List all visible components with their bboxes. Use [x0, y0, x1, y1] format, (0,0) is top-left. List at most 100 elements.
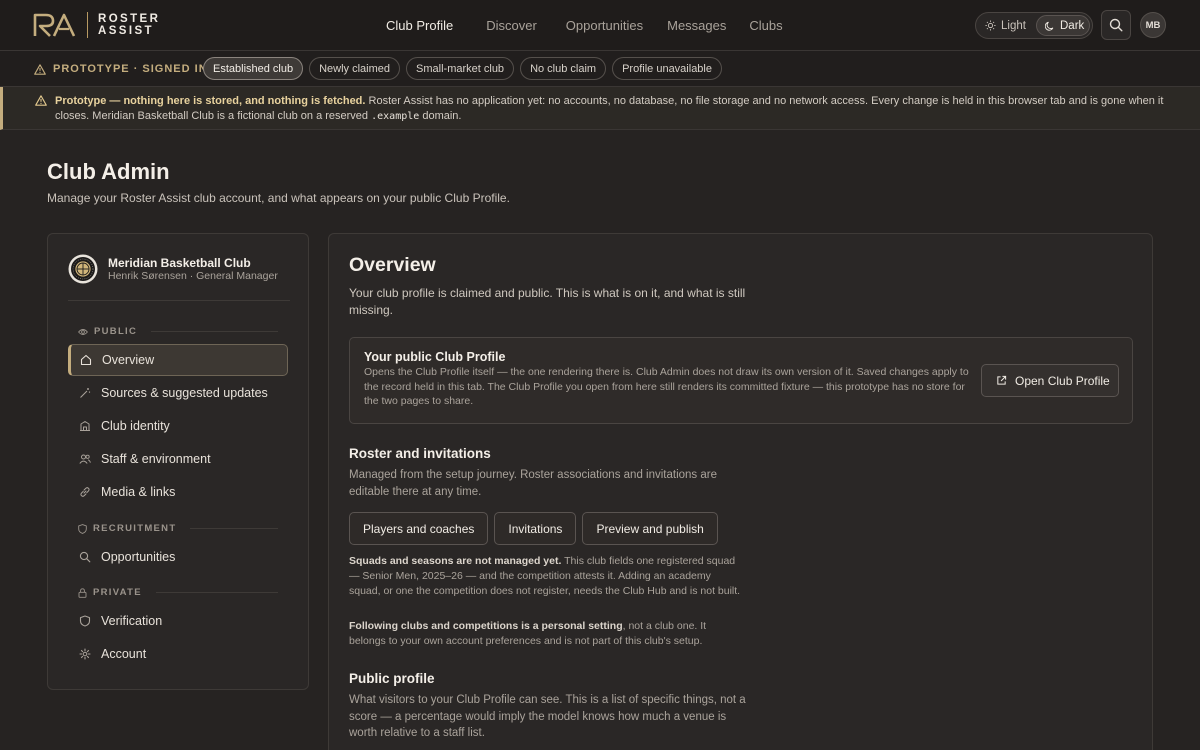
theme-toggle: Light Dark — [975, 12, 1093, 39]
section-recruitment-label: RECRUITMENT — [93, 523, 177, 534]
squads-note-bold: Squads and seasons are not managed yet. — [349, 555, 562, 567]
building-icon — [79, 420, 91, 432]
squads-note: Squads and seasons are not managed yet. … — [349, 554, 744, 599]
nav-discover[interactable]: Discover — [486, 18, 537, 33]
sidebar-item-verification[interactable]: Verification — [68, 605, 288, 637]
following-note: Following clubs and competitions is a pe… — [349, 619, 744, 649]
sidebar-item-label: Account — [101, 647, 147, 661]
public-profile-box-title: Your public Club Profile — [364, 350, 506, 364]
brand-wordmark: ROSTER ASSIST — [98, 13, 160, 37]
theme-light-option[interactable]: Light — [985, 15, 1026, 36]
prototype-label: PROTOTYPE · SIGNED IN AS — [34, 63, 229, 75]
preview-and-publish-button[interactable]: Preview and publish — [582, 512, 718, 545]
sidebar-item-club-identity[interactable]: Club identity — [68, 410, 288, 442]
wand-icon — [79, 387, 91, 399]
eye-icon — [78, 328, 88, 335]
link-icon — [79, 486, 91, 498]
ra-monogram-icon — [33, 13, 76, 37]
brand-line-2: ASSIST — [98, 25, 154, 37]
sidebar-item-label: Media & links — [101, 485, 176, 499]
sidebar-item-label: Opportunities — [101, 550, 176, 564]
prototype-notice: Prototype — nothing here is stored, and … — [0, 87, 1200, 130]
chip-small-market-club[interactable]: Small-market club — [406, 57, 515, 80]
search-icon — [79, 551, 91, 563]
sidebar-item-label: Club identity — [101, 419, 170, 433]
theme-dark-option[interactable]: Dark — [1036, 15, 1090, 36]
sidebar-item-label: Overview — [102, 353, 155, 367]
search-icon — [1109, 18, 1123, 32]
sun-icon — [985, 20, 996, 31]
section-public-label: PUBLIC — [94, 326, 138, 337]
notice-text: Prototype — nothing here is stored, and … — [55, 94, 1165, 124]
public-profile-box-text: Opens the Club Profile itself — the one … — [364, 366, 969, 407]
home-icon — [80, 354, 92, 366]
nav-opportunities[interactable]: Opportunities — [566, 18, 643, 33]
section-private-label: PRIVATE — [93, 587, 142, 598]
following-note-bold: Following clubs and competitions is a pe… — [349, 620, 623, 632]
sidebar-item-opportunities[interactable]: Opportunities — [68, 541, 288, 573]
external-link-icon — [997, 375, 1007, 385]
page-title: Club Admin — [47, 159, 170, 184]
public-profile-heading: Public profile — [349, 671, 435, 686]
roster-heading: Roster and invitations — [349, 446, 491, 461]
admin-sidebar: Meridian Basketball Club Henrik Sørensen… — [47, 233, 309, 690]
section-divider — [155, 592, 278, 593]
public-profile-box: Your public Club Profile Opens the Club … — [349, 337, 1133, 424]
sidebar-item-label: Staff & environment — [101, 452, 211, 466]
sidebar-item-sources[interactable]: Sources & suggested updates — [68, 377, 288, 409]
prototype-bar: PROTOTYPE · SIGNED IN AS Established clu… — [0, 51, 1200, 87]
roster-description: Managed from the setup journey. Roster a… — [349, 469, 717, 498]
nav-clubs[interactable]: Clubs — [749, 18, 782, 33]
user-avatar[interactable]: MB — [1140, 12, 1166, 38]
logo-divider — [87, 12, 88, 38]
persona-chips: Established club Newly claimed Small-mar… — [203, 57, 722, 80]
sidebar-item-overview[interactable]: Overview — [68, 344, 288, 376]
shield-icon — [79, 615, 91, 627]
top-navigation: ROSTER ASSIST Club Profile Discover Oppo… — [0, 0, 1200, 51]
sidebar-item-account[interactable]: Account — [68, 638, 288, 670]
page-subtitle: Manage your Roster Assist club account, … — [47, 191, 510, 205]
chip-profile-unavailable[interactable]: Profile unavailable — [612, 57, 722, 80]
open-club-profile-label: Open Club Profile — [1015, 373, 1110, 388]
chip-established-club[interactable]: Established club — [203, 57, 304, 80]
overview-panel: Overview Your club profile is claimed an… — [328, 233, 1153, 750]
section-recruitment: RECRUITMENT — [78, 523, 278, 534]
notice-tail: domain. — [419, 110, 462, 122]
club-name: Meridian Basketball Club — [108, 256, 251, 270]
sidebar-item-staff[interactable]: Staff & environment — [68, 443, 288, 475]
roster-actions: Players and coaches Invitations Preview … — [349, 512, 718, 545]
theme-dark-label: Dark — [1060, 19, 1085, 32]
section-private: PRIVATE — [78, 587, 278, 598]
club-header: Meridian Basketball Club Henrik Sørensen… — [68, 254, 290, 301]
notice-code: .example — [371, 111, 420, 122]
overview-subtitle: Your club profile is claimed and public.… — [349, 286, 746, 317]
primary-nav: Club Profile Discover Opportunities Mess… — [386, 18, 783, 33]
section-public: PUBLIC — [78, 326, 278, 337]
section-divider — [151, 331, 278, 332]
search-button[interactable] — [1101, 10, 1131, 40]
chip-no-club-claim[interactable]: No club claim — [520, 57, 607, 80]
club-crest-icon — [68, 254, 98, 284]
warning-icon — [34, 63, 46, 75]
invitations-button[interactable]: Invitations — [494, 512, 577, 545]
moon-icon — [1045, 21, 1054, 31]
chip-newly-claimed[interactable]: Newly claimed — [309, 57, 401, 80]
players-and-coaches-button[interactable]: Players and coaches — [349, 512, 489, 545]
open-club-profile-button[interactable]: Open Club Profile — [981, 364, 1119, 397]
public-profile-description: What visitors to your Club Profile can s… — [349, 694, 746, 739]
sidebar-item-media-links[interactable]: Media & links — [68, 476, 288, 508]
warning-icon — [35, 95, 47, 106]
club-manager: Henrik Sørensen · General Manager — [108, 270, 278, 282]
notice-bold: Prototype — nothing here is stored, and … — [55, 95, 366, 107]
theme-light-label: Light — [1001, 19, 1026, 32]
gear-icon — [79, 648, 91, 660]
brand-logo[interactable]: ROSTER ASSIST — [33, 12, 160, 38]
sidebar-item-label: Sources & suggested updates — [101, 386, 268, 400]
nav-messages[interactable]: Messages — [667, 18, 726, 33]
brand-line-1: ROSTER — [98, 13, 161, 25]
overview-title: Overview — [349, 254, 436, 276]
sidebar-item-label: Verification — [101, 614, 163, 628]
section-divider — [190, 528, 278, 529]
lock-icon — [78, 587, 87, 598]
nav-club-profile[interactable]: Club Profile — [386, 18, 453, 33]
